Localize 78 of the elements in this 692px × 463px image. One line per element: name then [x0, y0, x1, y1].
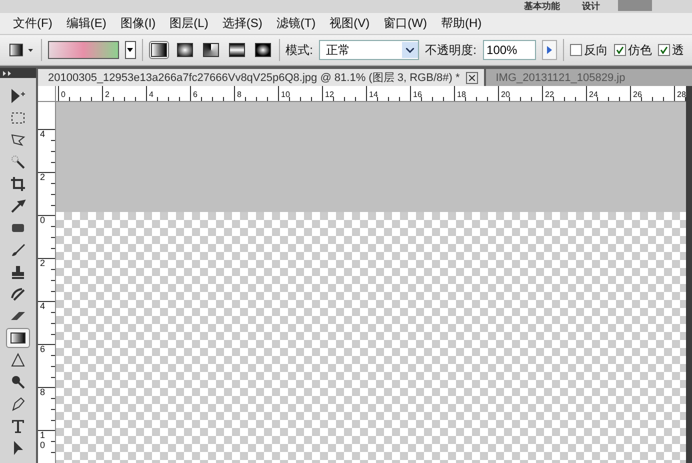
gradient-preset-icon[interactable] — [8, 42, 35, 58]
mode-label: 模式: — [286, 42, 313, 58]
opacity-input[interactable]: 100% — [482, 40, 536, 60]
crop-tool-icon — [10, 176, 26, 192]
brush-icon — [10, 242, 26, 258]
ruler-number: 10 — [40, 431, 46, 451]
menu-item[interactable]: 文件(F) — [6, 15, 60, 32]
stamp-icon — [10, 264, 26, 280]
checkbox-label: 反向 — [584, 42, 608, 58]
checkbox[interactable] — [614, 44, 626, 56]
menu-item[interactable]: 视图(V) — [322, 15, 377, 32]
dropdown-button[interactable] — [125, 41, 136, 59]
menu-item[interactable]: 图像(I) — [113, 15, 163, 32]
gradient-type-icon — [202, 43, 219, 57]
gradient-type-button[interactable] — [174, 41, 195, 59]
gradient-type-icon — [176, 43, 193, 57]
ruler-number: 12 — [325, 90, 334, 99]
ruler-number: 14 — [369, 90, 378, 99]
gradient-type-button[interactable] — [200, 41, 221, 59]
gradient-type-icon — [150, 43, 167, 57]
ruler-number: 18 — [457, 90, 466, 99]
ruler-number: 0 — [40, 216, 46, 226]
pen-tool-icon — [10, 396, 26, 412]
gradient-type-button[interactable] — [226, 41, 247, 59]
gradient-type-icon — [228, 43, 245, 57]
ruler-number: 8 — [237, 90, 242, 99]
workspace-button[interactable]: 基本功能 — [520, 0, 564, 12]
gradient-swatch[interactable] — [48, 41, 120, 59]
move-tool-icon — [10, 88, 26, 104]
ruler-number: 10 — [281, 90, 290, 99]
ruler-number: 16 — [413, 90, 422, 99]
ruler-number: 24 — [589, 90, 598, 99]
checkbox[interactable] — [658, 44, 670, 56]
triangle-icon — [10, 352, 26, 368]
ruler-number: 2 — [40, 259, 46, 269]
gradient-type-button[interactable] — [148, 41, 169, 59]
ruler-number: 22 — [545, 90, 554, 99]
double-arrow-icon[interactable] — [3, 70, 12, 76]
close-icon[interactable] — [468, 74, 475, 80]
ruler-number: 4 — [149, 90, 154, 99]
lasso-tool-icon — [10, 132, 26, 148]
document-tab[interactable]: 20100305_12953e13a266a7fc27666Vv8qV25p6Q8.jpg @ 81.1% (图层 3, RGB/8#) * — [38, 69, 484, 86]
ruler-number: 6 — [40, 345, 46, 355]
checkbox-label: 仿色 — [628, 42, 652, 58]
ruler-number: 20 — [501, 90, 510, 99]
caret-icon — [127, 48, 134, 52]
gradient-type-button[interactable] — [252, 41, 273, 59]
checkbox[interactable] — [570, 44, 582, 56]
checkmark-icon — [660, 46, 668, 54]
gradient-type-icon — [254, 43, 271, 57]
gradient-tool-icon — [10, 330, 26, 346]
magic-wand-icon — [10, 154, 26, 170]
ruler-number: 2 — [105, 90, 110, 99]
menu-item[interactable]: 选择(S) — [215, 15, 270, 32]
checkmark-icon — [616, 46, 624, 54]
menu-item[interactable]: 图层(L) — [162, 15, 216, 32]
ruler-number: 28 — [677, 90, 686, 99]
menu-item[interactable]: 窗口(W) — [376, 15, 434, 32]
checkbox-label: 透 — [672, 42, 684, 58]
caret-right-icon — [546, 46, 552, 54]
ruler-number: 6 — [193, 90, 198, 99]
ruler-number: 0 — [61, 90, 66, 99]
menu-item[interactable]: 编辑(E) — [59, 15, 114, 32]
ruler-number: 8 — [40, 388, 46, 398]
type-tool-icon — [10, 418, 26, 434]
opacity-slider-button[interactable] — [542, 40, 558, 60]
ruler-number: 4 — [40, 130, 46, 140]
chevron-down-icon — [406, 48, 414, 52]
opacity-label: 不透明度: — [425, 42, 477, 58]
ruler-number: 2 — [40, 173, 46, 183]
workspace-button[interactable]: 设计 — [578, 0, 604, 12]
menu-item[interactable]: 帮助(H) — [434, 15, 489, 32]
tool-button[interactable] — [6, 328, 30, 348]
marquee-tool-icon — [10, 110, 26, 126]
mode-select[interactable]: 正常 — [318, 40, 420, 60]
ruler-number: 4 — [40, 302, 46, 312]
ruler-number: 26 — [633, 90, 642, 99]
menu-item[interactable]: 滤镜(T) — [269, 15, 323, 32]
